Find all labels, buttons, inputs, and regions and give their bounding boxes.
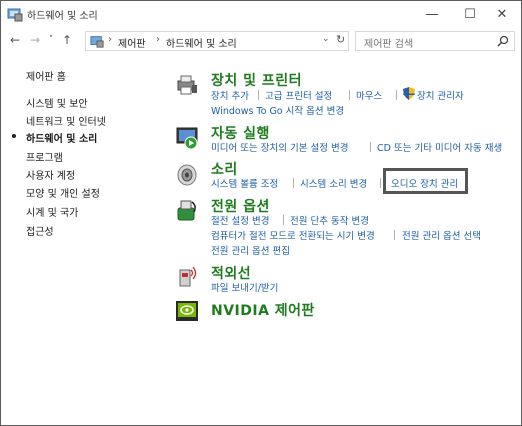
- sidebar-item-appearance[interactable]: 모양 및 개인 설정: [26, 185, 100, 200]
- link-separator: [283, 215, 284, 225]
- sidebar-item-programs[interactable]: 프로그램: [26, 149, 63, 164]
- refresh-icon[interactable]: ↻: [336, 33, 345, 46]
- link-sleep-timing[interactable]: 컴퓨터가 절전 모드로 전환되는 시기 변경: [211, 228, 375, 242]
- active-bullet: [12, 134, 16, 138]
- link-adjust-volume[interactable]: 시스템 볼륨 조정: [211, 176, 278, 190]
- autoplay-icon[interactable]: [175, 126, 199, 150]
- link-separator: [349, 90, 350, 100]
- back-arrow-icon[interactable]: ←: [7, 32, 23, 48]
- navigation-bar: ← → ˅ ↑ › 제어판 › 하드웨어 및 소리 ⌄ ↻ 제어판 검색: [1, 27, 521, 55]
- link-choose-power-plan[interactable]: 전원 관리 옵션 선택: [402, 228, 481, 242]
- link-change-sounds[interactable]: 시스템 소리 변경: [300, 176, 367, 190]
- title-bar: 하드웨어 및 소리 — ☐ ✕: [1, 1, 521, 27]
- breadcrumb-separator: ›: [108, 34, 112, 45]
- nvidia-icon[interactable]: [175, 299, 199, 323]
- forward-arrow-icon[interactable]: →: [27, 32, 43, 48]
- sidebar-item-user-accounts[interactable]: 사용자 계정: [26, 167, 75, 182]
- link-send-receive-files[interactable]: 파일 보내기/받기: [211, 280, 278, 294]
- link-media-defaults[interactable]: 미디어 또는 장치의 기본 설정 변경: [211, 140, 348, 154]
- sidebar-item-clock-region[interactable]: 시계 및 국가: [26, 204, 78, 219]
- power-icon[interactable]: [175, 198, 199, 222]
- link-power-button[interactable]: 전원 단추 동작 변경: [290, 213, 369, 227]
- window: 하드웨어 및 소리 — ☐ ✕ ← → ˅ ↑ › 제어판 › 하드웨어 및 소…: [0, 0, 522, 426]
- close-button[interactable]: ✕: [483, 1, 521, 27]
- link-separator: [380, 178, 381, 188]
- sidebar-item-hardware-sound[interactable]: 하드웨어 및 소리: [26, 130, 97, 145]
- link-windows-to-go[interactable]: Windows To Go 시작 옵션 변경: [211, 103, 344, 117]
- chevron-down-icon[interactable]: ⌄: [322, 34, 330, 44]
- link-sleep-settings[interactable]: 절전 설정 변경: [211, 213, 269, 227]
- breadcrumb-separator: ›: [156, 34, 160, 45]
- link-add-device[interactable]: 장치 추가: [211, 88, 249, 102]
- address-bar[interactable]: › 제어판 › 하드웨어 및 소리 ⌄ ↻: [85, 31, 349, 51]
- sidebar-item-network[interactable]: 네트워크 및 인터넷: [26, 113, 106, 128]
- sidebar-item-accessibility[interactable]: 접근성: [26, 223, 54, 238]
- highlight-box: [383, 168, 468, 194]
- control-panel-icon: [7, 8, 23, 22]
- link-edit-power-plan[interactable]: 전원 관리 옵션 편집: [211, 243, 290, 257]
- speaker-icon[interactable]: [175, 163, 199, 187]
- window-title: 하드웨어 및 소리: [27, 11, 98, 22]
- search-box[interactable]: 제어판 검색: [355, 31, 515, 51]
- search-icon[interactable]: [497, 35, 509, 47]
- minimize-button[interactable]: —: [413, 1, 451, 27]
- link-advanced-printer[interactable]: 고급 프린터 설정: [265, 88, 332, 102]
- uac-shield-icon: [403, 87, 415, 100]
- sidebar-item-home[interactable]: 제어판 홈: [26, 68, 66, 83]
- sidebar-item-system-security[interactable]: 시스템 및 보안: [26, 95, 88, 110]
- link-separator: [258, 90, 259, 100]
- link-separator: [394, 230, 395, 240]
- breadcrumb-item[interactable]: 제어판: [118, 35, 146, 50]
- category-title-devices-printers[interactable]: 장치 및 프린터: [211, 70, 302, 90]
- link-mouse[interactable]: 마우스: [356, 88, 382, 102]
- recent-locations-icon[interactable]: ˅: [43, 32, 59, 48]
- control-panel-icon: [90, 36, 104, 48]
- link-separator: [370, 142, 371, 152]
- link-separator: [396, 90, 397, 100]
- link-cd-autoplay[interactable]: CD 또는 기타 미디어 자동 재생: [377, 140, 502, 154]
- up-arrow-icon[interactable]: ↑: [59, 32, 75, 48]
- search-placeholder: 제어판 검색: [364, 39, 414, 50]
- printer-icon[interactable]: [175, 73, 199, 97]
- category-title-nvidia[interactable]: NVIDIA 제어판: [211, 300, 315, 320]
- link-device-manager[interactable]: 장치 관리자: [417, 88, 464, 102]
- breadcrumb-item[interactable]: 하드웨어 및 소리: [166, 35, 237, 50]
- link-separator: [293, 178, 294, 188]
- infrared-icon[interactable]: [175, 264, 199, 288]
